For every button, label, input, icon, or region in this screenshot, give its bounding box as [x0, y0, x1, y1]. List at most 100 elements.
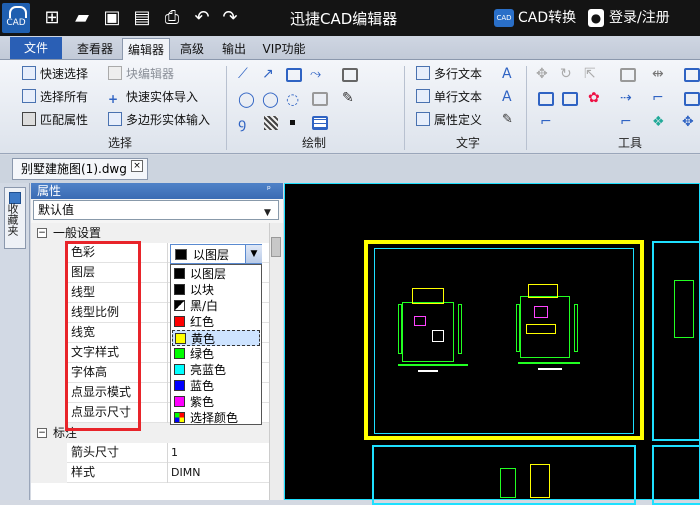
redo-icon[interactable]: ↷	[218, 6, 242, 30]
match-properties-button[interactable]: 匹配属性	[22, 110, 88, 130]
save-icon[interactable]: ▣	[100, 6, 124, 30]
dimension-icon[interactable]: ⇢	[620, 90, 632, 106]
property-label: 箭头尺寸	[71, 445, 120, 459]
select-all-button[interactable]: 选择所有	[22, 87, 88, 107]
color-select[interactable]: 以图层 ▼	[170, 244, 262, 264]
tab-file[interactable]: 文件	[10, 37, 62, 59]
table-tool-icon[interactable]	[312, 116, 328, 130]
tool-block-icon[interactable]	[684, 92, 700, 106]
selected-drawing-sheet[interactable]	[364, 240, 644, 440]
measure-icon[interactable]: ⇹	[652, 66, 664, 82]
login-register-button[interactable]: ● 登录/注册	[588, 6, 670, 30]
color-option[interactable]: 以块	[172, 282, 260, 298]
text-find-icon[interactable]: ✎	[502, 112, 513, 127]
corner2-icon[interactable]: ⌐	[620, 114, 632, 130]
tab-editor[interactable]: 编辑器	[122, 38, 170, 60]
gradient-tool-icon[interactable]	[264, 116, 278, 130]
attribute-definition-icon	[416, 112, 430, 126]
hatch-tool-icon[interactable]	[342, 68, 358, 82]
aligned-icon[interactable]: ⌐	[652, 90, 664, 106]
tool-window-icon[interactable]	[684, 68, 700, 82]
color-option[interactable]: 以图层	[172, 266, 260, 282]
properties-scrollbar[interactable]	[269, 223, 283, 500]
corner-icon[interactable]: ⌐	[540, 114, 552, 130]
color-option[interactable]: 黄色	[172, 330, 260, 346]
cad-convert-button[interactable]: CAD CAD转换	[494, 6, 576, 30]
rectangle-tool-icon[interactable]	[286, 68, 302, 82]
tool-frame2-icon[interactable]	[562, 92, 578, 106]
new-file-icon[interactable]: ⊞	[40, 6, 64, 30]
print-icon[interactable]: ⎙	[160, 6, 184, 30]
color-swatch	[174, 316, 185, 327]
circle-tool-icon[interactable]: ◯	[238, 90, 255, 108]
point-tool-icon[interactable]	[290, 120, 295, 125]
tab-output[interactable]: 输出	[214, 38, 254, 60]
app-logo-icon: CAD	[2, 3, 30, 33]
color-option[interactable]: 亮蓝色	[172, 362, 260, 378]
open-folder-icon[interactable]: ▰	[70, 6, 94, 30]
pin-icon[interactable]: ᵖ	[267, 185, 277, 195]
circle-3p-tool-icon[interactable]: ◯	[262, 90, 279, 108]
block-editor-label: 块编辑器	[126, 67, 175, 81]
text-edit-icon[interactable]: A	[502, 89, 512, 105]
property-value[interactable]: 1	[171, 443, 178, 462]
layer-icon[interactable]	[620, 68, 636, 82]
ground-line	[518, 362, 580, 364]
row-gutter	[31, 443, 67, 463]
move-icon[interactable]: ✥	[536, 66, 548, 82]
scrollbar-thumb[interactable]	[271, 237, 281, 257]
quick-select-label: 快速选择	[40, 67, 89, 81]
line-tool-icon[interactable]: ⟋	[238, 66, 248, 82]
multiline-text-button[interactable]: 多行文本	[416, 64, 482, 84]
polyline-tool-icon[interactable]: ↗	[262, 66, 274, 82]
property-row-arrow-size[interactable]: 箭头尺寸 1	[31, 443, 269, 463]
group-icon[interactable]: ❖	[652, 114, 665, 130]
color-option[interactable]: 黑/白	[172, 298, 260, 314]
scale-icon[interactable]: ⇱	[584, 66, 596, 82]
properties-scope-select[interactable]: 默认值 ▼	[33, 200, 279, 220]
tab-advanced[interactable]: 高级	[172, 38, 212, 60]
row-gutter	[31, 383, 67, 403]
collapse-toggle-icon[interactable]: −	[37, 228, 47, 238]
property-label: 样式	[71, 465, 96, 479]
chevron-down-icon[interactable]: ▼	[245, 245, 262, 263]
text-style-icon[interactable]: A	[502, 66, 512, 82]
explode-icon[interactable]: ✥	[682, 114, 694, 130]
color-option[interactable]: 红色	[172, 314, 260, 330]
paint-icon[interactable]: ✿	[588, 90, 600, 106]
attribute-definition-button[interactable]: 属性定义	[416, 110, 482, 130]
color-option-label: 蓝色	[190, 379, 215, 393]
tab-viewer[interactable]: 查看器	[70, 38, 120, 60]
color-option[interactable]: 紫色	[172, 394, 260, 410]
property-value[interactable]: DIMN	[171, 463, 200, 482]
polygon-entity-input-button[interactable]: 多边形实体输入	[108, 110, 210, 130]
tool-frame-icon[interactable]	[538, 92, 554, 106]
region-tool-icon[interactable]	[312, 92, 328, 106]
undo-icon[interactable]: ↶	[190, 6, 214, 30]
rotate-icon[interactable]: ↻	[560, 66, 572, 82]
block-editor-button[interactable]: 块编辑器	[108, 64, 174, 84]
color-option[interactable]: 绿色	[172, 346, 260, 362]
color-option[interactable]: 选择颜色	[172, 410, 260, 426]
close-tab-icon[interactable]: ×	[131, 160, 143, 172]
arc-tool-icon[interactable]: ◌	[286, 90, 299, 108]
single-line-text-icon	[416, 89, 430, 103]
quick-entity-import-button[interactable]: + 快速实体导入	[108, 87, 198, 107]
document-tab[interactable]: 别墅建施图(1).dwg	[12, 158, 148, 180]
color-option[interactable]: 蓝色	[172, 378, 260, 394]
pen-tool-icon[interactable]: ✎	[342, 90, 354, 106]
match-properties-label: 匹配属性	[40, 113, 89, 127]
tab-vip[interactable]: VIP功能	[256, 38, 312, 60]
spline-tool-icon[interactable]: ⤳	[310, 66, 321, 82]
spiral-tool-icon[interactable]: ꝯ	[238, 114, 246, 133]
category-general[interactable]: − 一般设置	[31, 223, 269, 243]
property-row-style[interactable]: 样式 DIMN	[31, 463, 269, 483]
row-gutter	[31, 263, 67, 283]
color-dropdown-list: 以图层 以块 黑/白 红色 黄色 绿色 亮蓝色 蓝色 紫色 选择颜色	[170, 264, 262, 425]
ribbon-tabs: 文件 查看器 编辑器 高级 输出 VIP功能	[0, 36, 700, 60]
single-line-text-button[interactable]: 单行文本	[416, 87, 482, 107]
collapse-toggle-icon[interactable]: −	[37, 428, 47, 438]
quick-select-button[interactable]: 快速选择	[22, 64, 88, 84]
red-highlight-box	[65, 241, 141, 431]
save-as-icon[interactable]: ▤	[130, 6, 154, 30]
